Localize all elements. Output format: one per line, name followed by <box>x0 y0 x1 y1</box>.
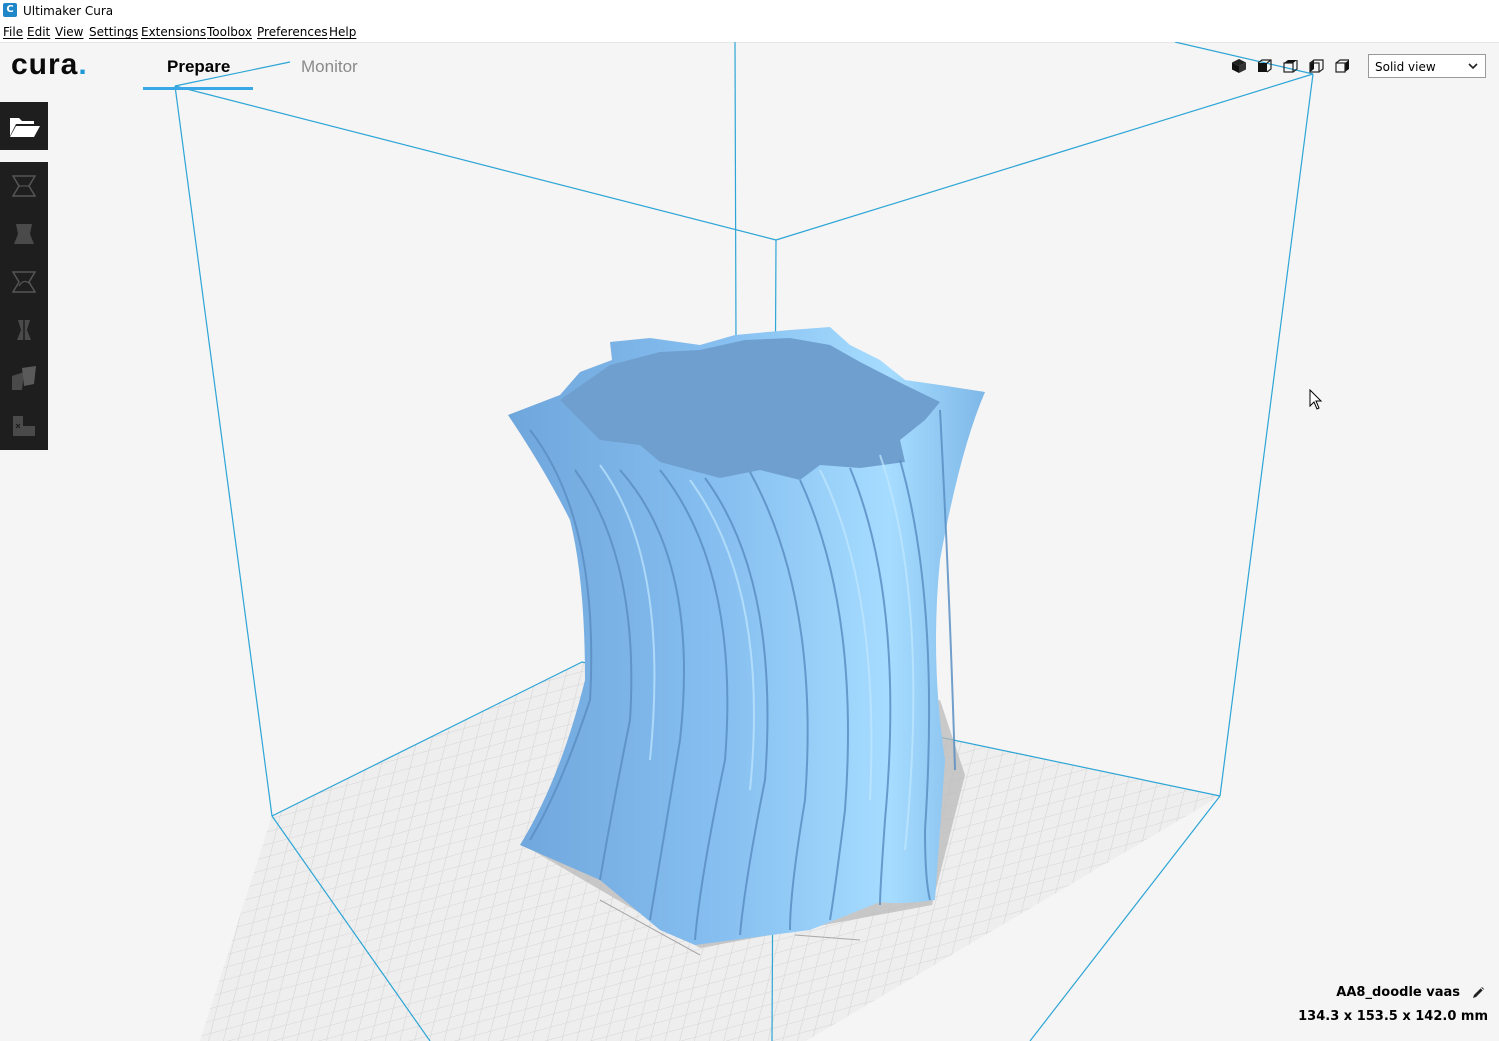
view-mode-select[interactable]: Solid view <box>1368 54 1486 78</box>
window-titlebar: C Ultimaker Cura <box>0 0 1499 22</box>
menu-toolbox[interactable]: Toolbox <box>207 25 252 39</box>
menu-help[interactable]: Help <box>329 25 356 39</box>
menu-bar: File Edit View Settings Extensions Toolb… <box>0 22 1499 43</box>
open-folder-icon <box>10 118 40 137</box>
object-dimensions: 134.3 x 153.5 x 142.0 mm <box>1298 1009 1488 1024</box>
logo-dot: . <box>78 48 88 81</box>
menu-extensions[interactable]: Extensions <box>141 25 206 39</box>
3d-view-icon[interactable] <box>1228 56 1250 76</box>
menu-settings[interactable]: Settings <box>89 25 138 39</box>
tab-prepare[interactable]: Prepare <box>167 57 230 77</box>
move-icon[interactable] <box>10 172 38 200</box>
viewport-3d[interactable] <box>0 42 1499 1041</box>
menu-edit[interactable]: Edit <box>27 25 50 39</box>
scale-icon[interactable] <box>10 220 38 248</box>
menu-preferences[interactable]: Preferences <box>257 25 328 39</box>
cura-app-icon: C <box>3 3 17 17</box>
logo-text: cura <box>11 48 79 81</box>
front-view-icon[interactable] <box>1254 56 1276 76</box>
top-view-icon[interactable] <box>1280 56 1302 76</box>
model-vase[interactable] <box>508 327 985 945</box>
left-view-icon[interactable] <box>1306 56 1328 76</box>
right-view-icon[interactable] <box>1332 56 1354 76</box>
mouse-cursor-icon <box>1309 389 1323 410</box>
per-model-settings-icon[interactable] <box>10 364 38 392</box>
rotate-icon[interactable] <box>10 268 38 296</box>
active-tab-indicator <box>143 87 253 90</box>
menu-view[interactable]: View <box>55 25 83 39</box>
open-file-button[interactable] <box>0 102 48 150</box>
mirror-icon[interactable] <box>10 316 38 344</box>
chevron-down-icon <box>1468 63 1478 70</box>
object-name: AA8_doodle vaas <box>1336 985 1460 1000</box>
tool-panel <box>0 162 48 450</box>
cura-logo: cura. <box>11 48 88 82</box>
menu-file[interactable]: File <box>3 25 23 39</box>
support-blocker-icon[interactable] <box>10 412 38 440</box>
window-title: Ultimaker Cura <box>23 4 114 18</box>
tab-monitor[interactable]: Monitor <box>301 57 358 77</box>
view-mode-value: Solid view <box>1375 60 1436 74</box>
edit-pencil-icon[interactable] <box>1471 984 1487 1000</box>
